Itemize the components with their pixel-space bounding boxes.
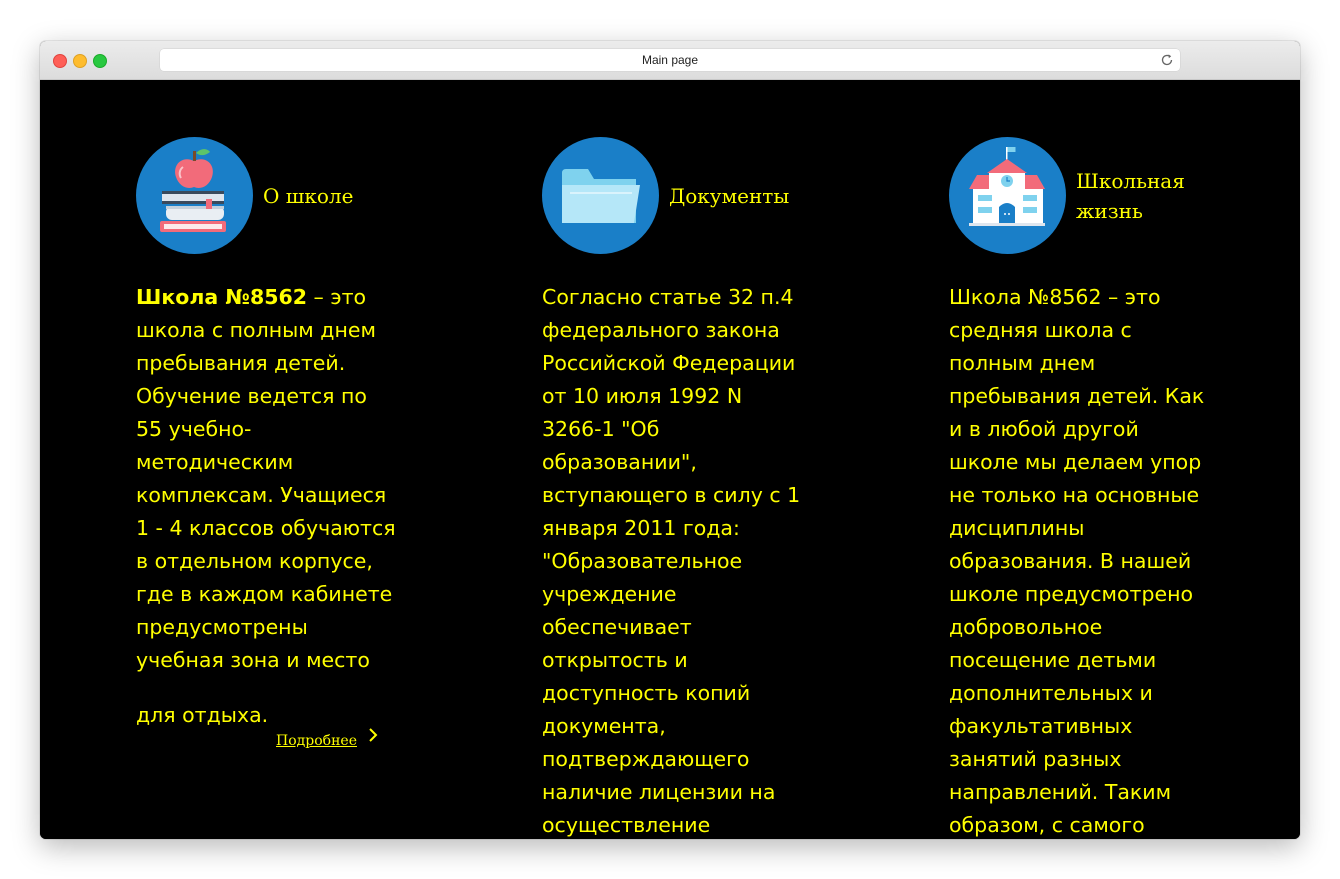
close-window-button[interactable] xyxy=(53,54,67,68)
folder-icon[interactable] xyxy=(542,137,659,254)
chevron-right-icon[interactable] xyxy=(368,727,378,743)
page-title: Main page xyxy=(641,53,699,67)
about-school-section: О школе Школа №8562 – это школа с полным… xyxy=(136,137,406,749)
about-school-last-line: для отдыха. Подробнее xyxy=(136,699,398,749)
about-school-ending: для отдыха. xyxy=(136,703,269,727)
page-content: О школе Школа №8562 – это школа с полным… xyxy=(40,80,1300,839)
reload-icon[interactable] xyxy=(1160,53,1174,67)
zoom-window-button[interactable] xyxy=(93,54,107,68)
books-apple-icon[interactable] xyxy=(136,137,253,254)
section-header: О школе xyxy=(136,137,406,255)
school-life-section: Школьная жизнь Школа №8562 – это средняя… xyxy=(949,137,1219,839)
section-header: Документы xyxy=(542,137,812,255)
browser-titlebar: Main page xyxy=(40,41,1300,80)
section-header: Школьная жизнь xyxy=(949,137,1219,255)
section-title: О школе xyxy=(263,184,354,208)
about-school-description: – это школа с полным днем пребывания дет… xyxy=(136,285,396,672)
section-title: Школьная жизнь xyxy=(1076,169,1185,223)
browser-window: Main page О школе Школа №8562 – это школ… xyxy=(40,41,1300,839)
section-title: Документы xyxy=(669,184,790,208)
more-link[interactable]: Подробнее xyxy=(276,725,357,758)
school-life-text: Школа №8562 – это средняя школа с полным… xyxy=(949,285,1205,837)
school-building-icon[interactable] xyxy=(949,137,1066,254)
minimize-window-button[interactable] xyxy=(73,54,87,68)
address-bar[interactable]: Main page xyxy=(160,49,1180,71)
about-school-text: Школа №8562 – это школа с полным днем пр… xyxy=(136,281,398,749)
school-name: Школа №8562 xyxy=(136,285,308,309)
documents-section: Документы Согласно статье 32 п.4 федерал… xyxy=(542,137,812,839)
documents-text: Согласно статье 32 п.4 федерального зако… xyxy=(542,285,801,837)
